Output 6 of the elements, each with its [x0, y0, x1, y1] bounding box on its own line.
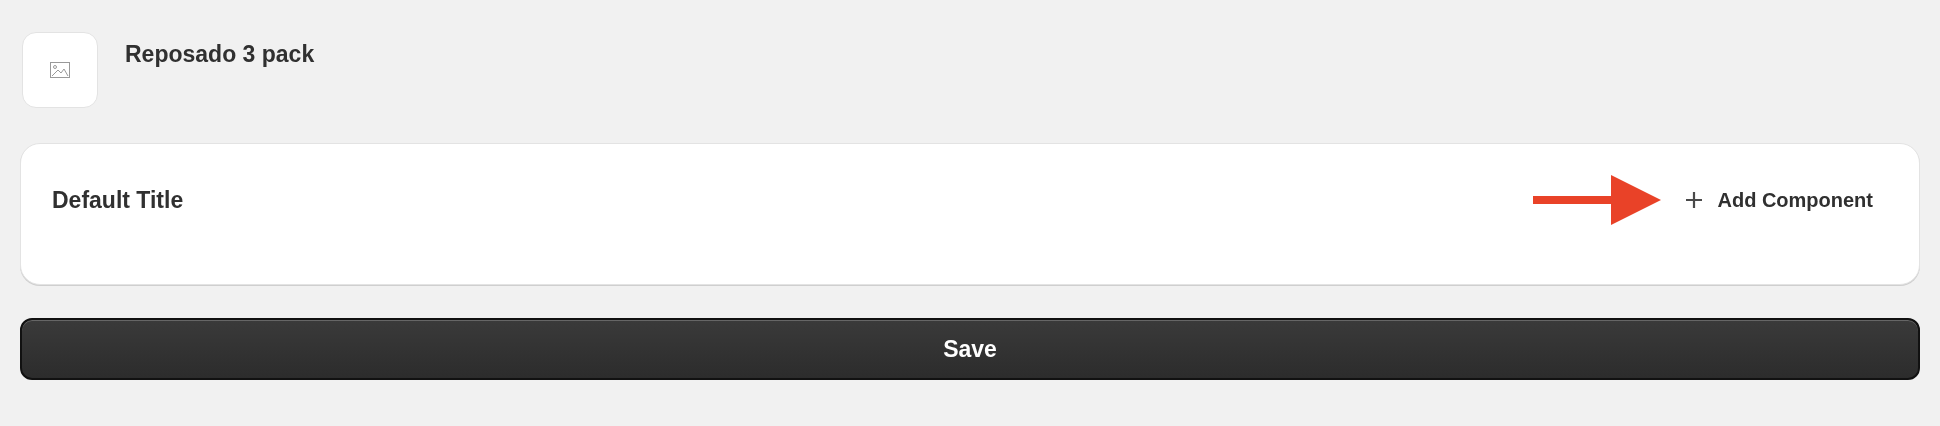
image-icon	[50, 62, 70, 78]
plus-icon	[1685, 191, 1704, 209]
variant-title: Default Title	[52, 186, 184, 215]
add-component-button[interactable]: Add Component	[1685, 185, 1873, 215]
product-title: Reposado 3 pack	[125, 40, 315, 68]
save-button[interactable]: Save	[20, 318, 1920, 380]
